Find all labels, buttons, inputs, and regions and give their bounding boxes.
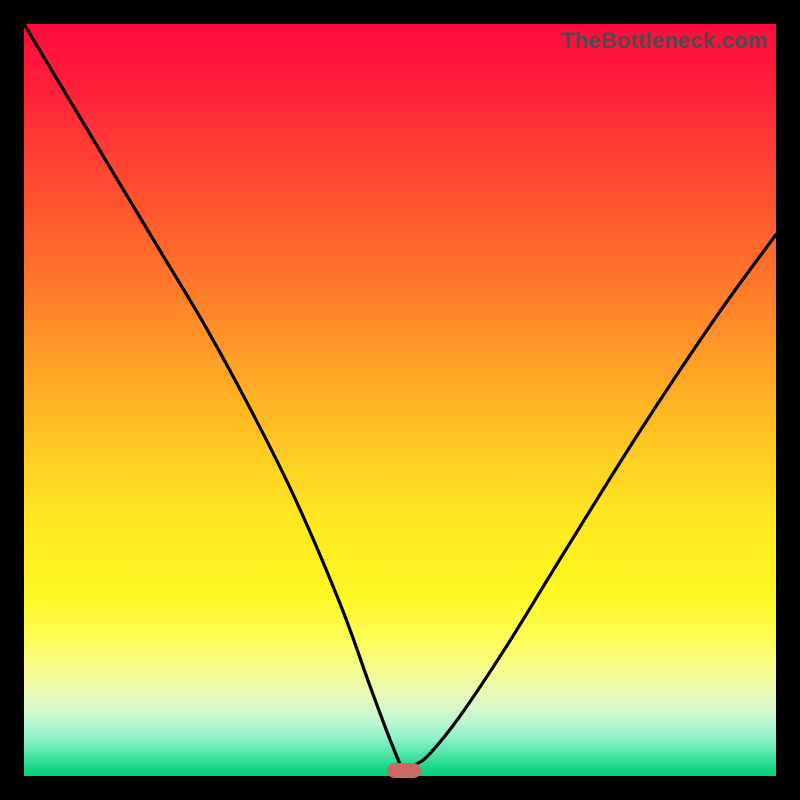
- bottleneck-curve: [24, 24, 776, 776]
- optimum-marker: [387, 763, 421, 778]
- plot-area: TheBottleneck.com: [24, 24, 776, 776]
- chart-frame: TheBottleneck.com: [0, 0, 800, 800]
- curve-path: [24, 24, 776, 770]
